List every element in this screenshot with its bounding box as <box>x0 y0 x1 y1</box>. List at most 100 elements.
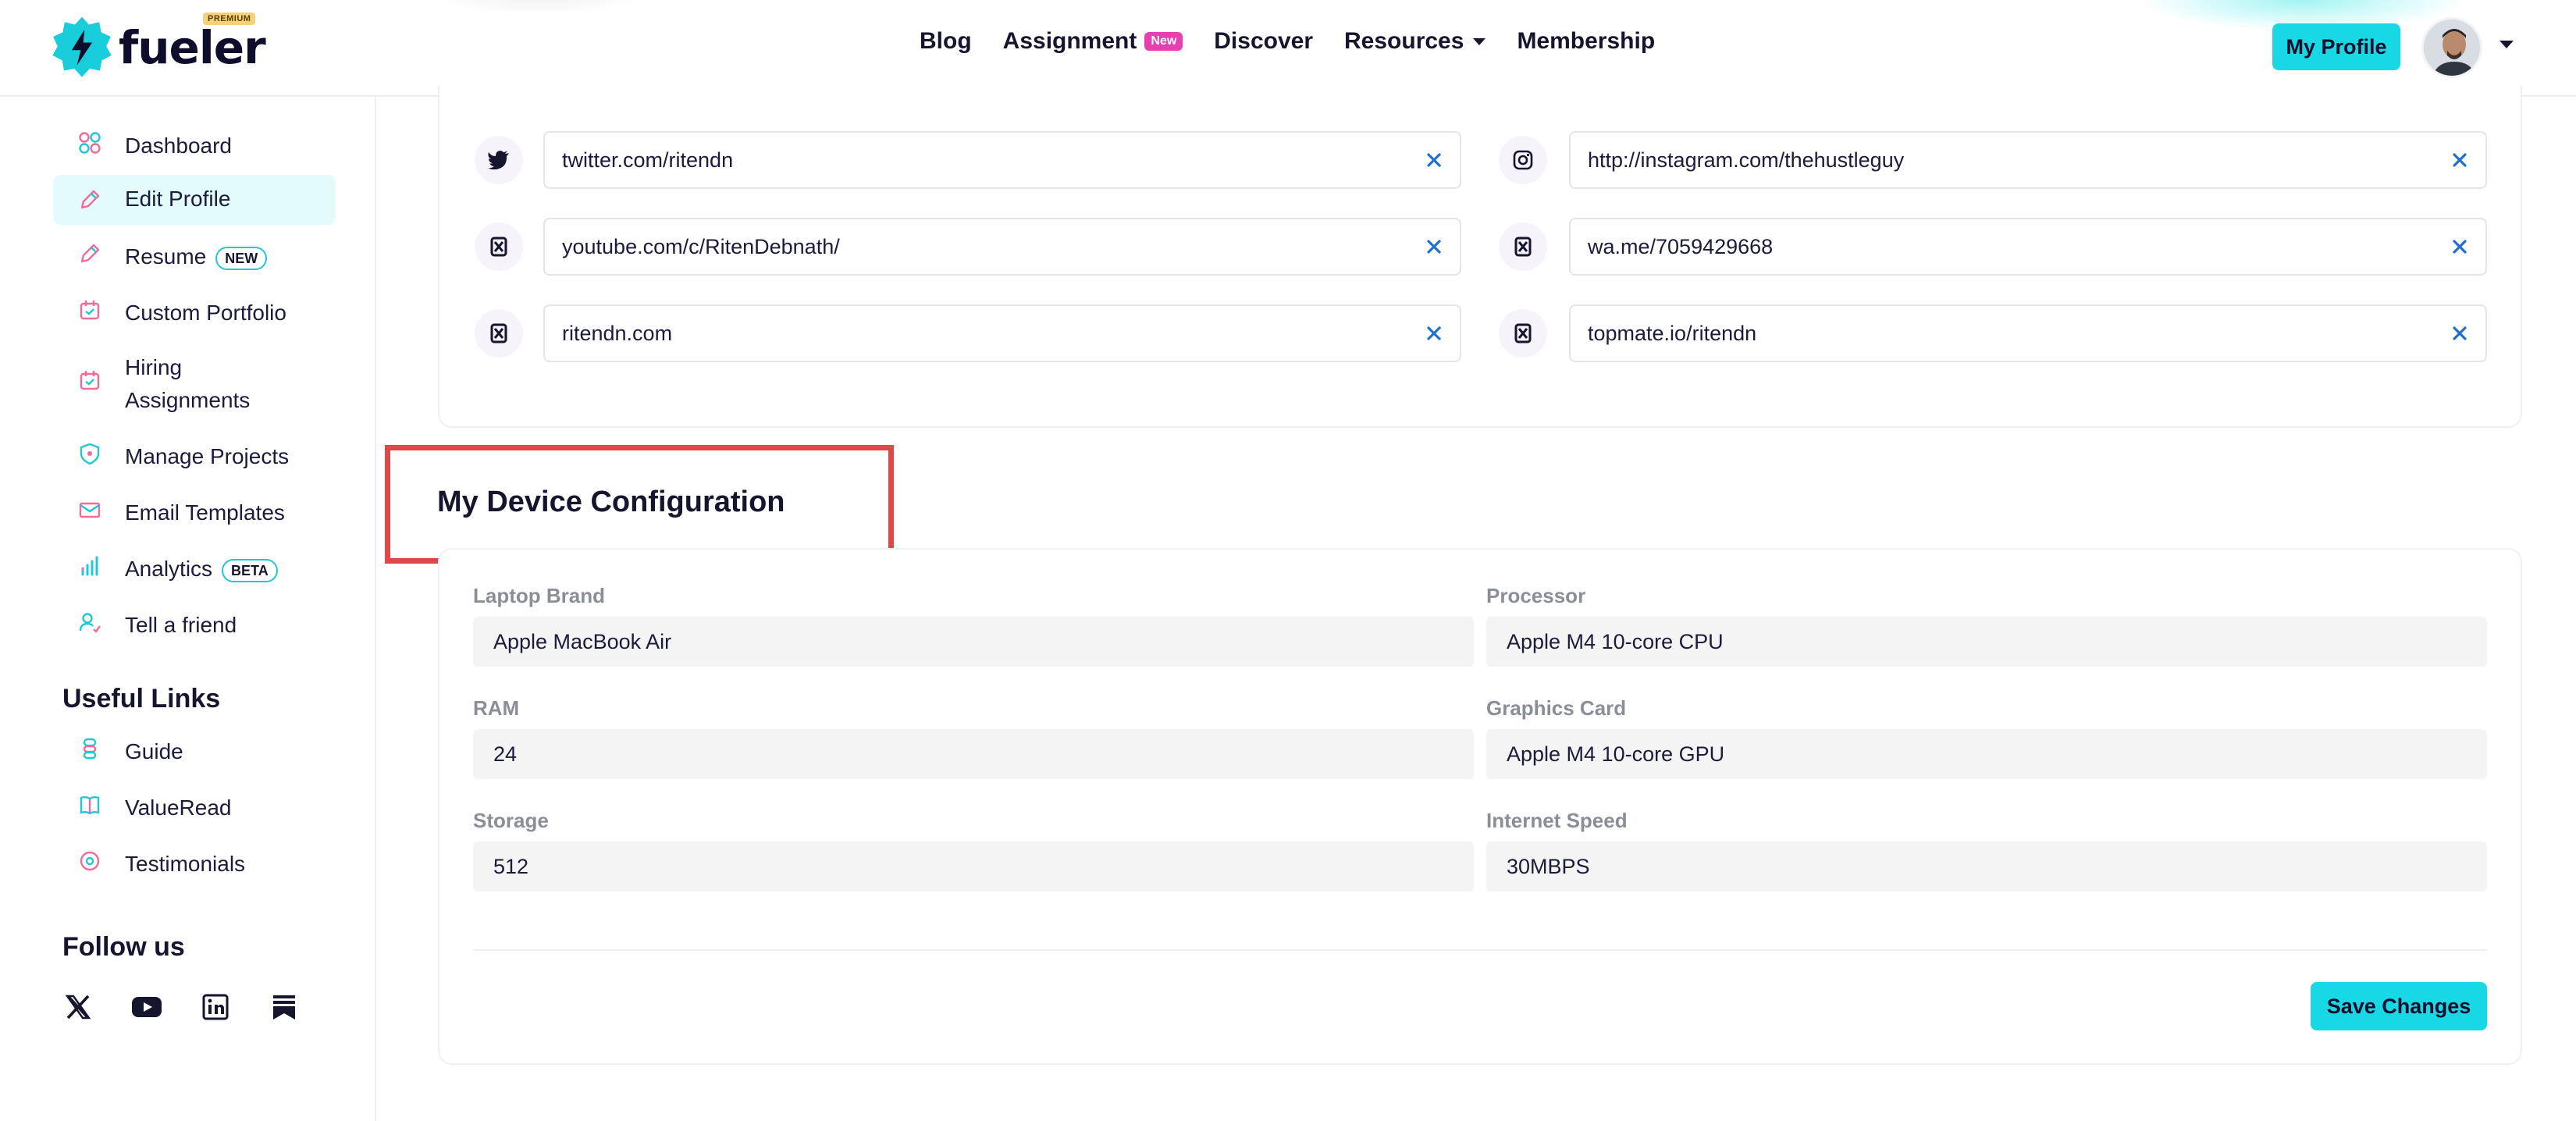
nav-discover[interactable]: Discover <box>1214 28 1313 55</box>
save-changes-button[interactable]: Save Changes <box>2311 982 2487 1030</box>
sidebar-item-analytics[interactable]: Analytics BETA <box>53 553 336 589</box>
nav-assignment-label: Assignment <box>1002 28 1137 54</box>
sidebar-item-email-templates[interactable]: Email Templates <box>53 496 336 532</box>
nav-blog-label: Blog <box>920 28 972 54</box>
youtube-row <box>475 222 523 271</box>
input-value: twitter.com/ritendn <box>562 148 734 172</box>
sidebar-item-guide[interactable]: Guide <box>53 735 336 771</box>
instagram-link-input[interactable]: http://instagram.com/thehustleguy <box>1569 131 2487 189</box>
nav-discover-label: Discover <box>1214 28 1314 54</box>
sidebar-item-label: Guide <box>125 739 183 763</box>
topmate-link-input[interactable]: topmate.io/ritendn <box>1569 304 2487 362</box>
close-icon[interactable] <box>2450 237 2470 257</box>
sidebar-item-label: Email Templates <box>125 500 285 525</box>
pencil-icon <box>76 187 103 213</box>
logo-text: fueler <box>119 21 266 74</box>
close-icon[interactable] <box>2450 323 2470 343</box>
sidebar-item-label: Analytics <box>125 557 213 581</box>
link-icon <box>475 222 523 271</box>
whatsapp-row <box>1499 222 1547 271</box>
graphics-card-label: Graphics Card <box>1486 696 1627 720</box>
input-value: http://instagram.com/thehustleguy <box>1588 148 1905 172</box>
link-icon <box>1499 309 1547 358</box>
sidebar-item-valueread[interactable]: ValueRead <box>53 792 336 827</box>
grid-icon <box>76 130 103 156</box>
pencil-icon <box>76 240 103 267</box>
graphics-card-field[interactable]: Apple M4 10-core GPU <box>1486 729 2487 779</box>
follow-icons <box>62 991 337 1023</box>
internet-speed-field[interactable]: 30MBPS <box>1486 842 2487 891</box>
close-icon[interactable] <box>2450 150 2470 170</box>
sidebar-item-hiring-assignments[interactable]: Hiring Assignments <box>53 351 336 420</box>
sidebar-item-custom-portfolio[interactable]: Custom Portfolio <box>53 297 336 333</box>
sidebar-item-manage-projects[interactable]: Manage Projects <box>53 440 336 476</box>
website-link-input[interactable]: ritendn.com <box>543 304 1461 362</box>
sidebar-item-label: Edit Profile <box>125 187 231 211</box>
shield-icon <box>76 440 103 467</box>
beta-pill: BETA <box>222 558 278 582</box>
nav-blog[interactable]: Blog <box>920 28 972 55</box>
ram-label: RAM <box>473 696 520 720</box>
input-value: wa.me/7059429668 <box>1588 234 1774 258</box>
sidebar-item-tell-a-friend[interactable]: Tell a friend <box>53 609 336 645</box>
website-row <box>475 309 523 358</box>
storage-field[interactable]: 512 <box>473 842 1474 891</box>
chevron-down-icon <box>1473 37 1486 45</box>
linkedin-icon[interactable] <box>200 991 231 1023</box>
fueler-logo[interactable]: fueler PREMIUM <box>50 12 266 80</box>
sidebar-item-label: Manage Projects <box>125 444 290 468</box>
lightning-badge-icon <box>52 16 112 77</box>
user-plus-icon <box>76 609 103 635</box>
laptop-brand-field[interactable]: Apple MacBook Air <box>473 617 1474 667</box>
sidebar-item-label: Hiring Assignments <box>125 355 251 412</box>
nav-membership[interactable]: Membership <box>1517 28 1655 55</box>
nav-resources-label: Resources <box>1344 28 1464 54</box>
new-badge: New <box>1144 32 1183 51</box>
youtube-icon[interactable] <box>131 991 162 1023</box>
top-header: fueler PREMIUM Blog Assignment New Discov… <box>0 0 2576 97</box>
nav-membership-label: Membership <box>1517 28 1656 54</box>
sidebar-item-resume[interactable]: Resume NEW <box>53 240 336 276</box>
youtube-link-input[interactable]: youtube.com/c/RitenDebnath/ <box>543 218 1461 276</box>
instagram-row <box>1499 136 1547 184</box>
internet-speed-label: Internet Speed <box>1486 809 1628 832</box>
sidebar-item-label: Testimonials <box>125 852 246 876</box>
close-icon[interactable] <box>1424 323 1444 343</box>
sidebar-item-edit-profile[interactable]: Edit Profile <box>53 175 336 225</box>
close-icon[interactable] <box>1424 150 1444 170</box>
close-icon[interactable] <box>1424 237 1444 257</box>
sidebar-item-label: Dashboard <box>125 133 232 158</box>
sidebar-item-label: Resume <box>125 244 207 269</box>
avatar[interactable] <box>2421 17 2482 78</box>
calendar-icon <box>76 367 103 393</box>
useful-links-title: Useful Links <box>62 684 221 714</box>
book-icon <box>76 792 103 818</box>
my-profile-button[interactable]: My Profile <box>2272 23 2400 70</box>
input-value: youtube.com/c/RitenDebnath/ <box>562 234 840 258</box>
chat-icon <box>76 848 103 874</box>
premium-badge: PREMIUM <box>203 12 256 25</box>
new-pill: NEW <box>215 246 268 270</box>
account-dropdown-icon[interactable] <box>2500 41 2514 48</box>
card-divider <box>473 949 2487 951</box>
follow-us-title: Follow us <box>62 932 185 962</box>
processor-label: Processor <box>1486 584 1586 607</box>
ram-field[interactable]: 24 <box>473 729 1474 779</box>
laptop-brand-label: Laptop Brand <box>473 584 605 607</box>
sidebar-item-label: ValueRead <box>125 795 232 820</box>
link-icon <box>1499 222 1547 271</box>
substack-icon[interactable] <box>269 991 300 1023</box>
sidebar: Dashboard Edit Profile Resume NEW Custom … <box>0 97 376 1121</box>
processor-field[interactable]: Apple M4 10-core CPU <box>1486 617 2487 667</box>
nav-assignment[interactable]: Assignment New <box>1003 28 1183 55</box>
x-icon[interactable] <box>62 991 94 1023</box>
sidebar-item-testimonials[interactable]: Testimonials <box>53 848 336 884</box>
whatsapp-link-input[interactable]: wa.me/7059429668 <box>1569 218 2487 276</box>
storage-label: Storage <box>473 809 549 832</box>
sidebar-item-dashboard[interactable]: Dashboard <box>53 130 336 165</box>
bar-chart-icon <box>76 553 103 579</box>
topmate-row <box>1499 309 1547 358</box>
highlight-annotation <box>385 445 894 564</box>
nav-resources[interactable]: Resources <box>1344 28 1486 55</box>
twitter-link-input[interactable]: twitter.com/ritendn <box>543 131 1461 189</box>
